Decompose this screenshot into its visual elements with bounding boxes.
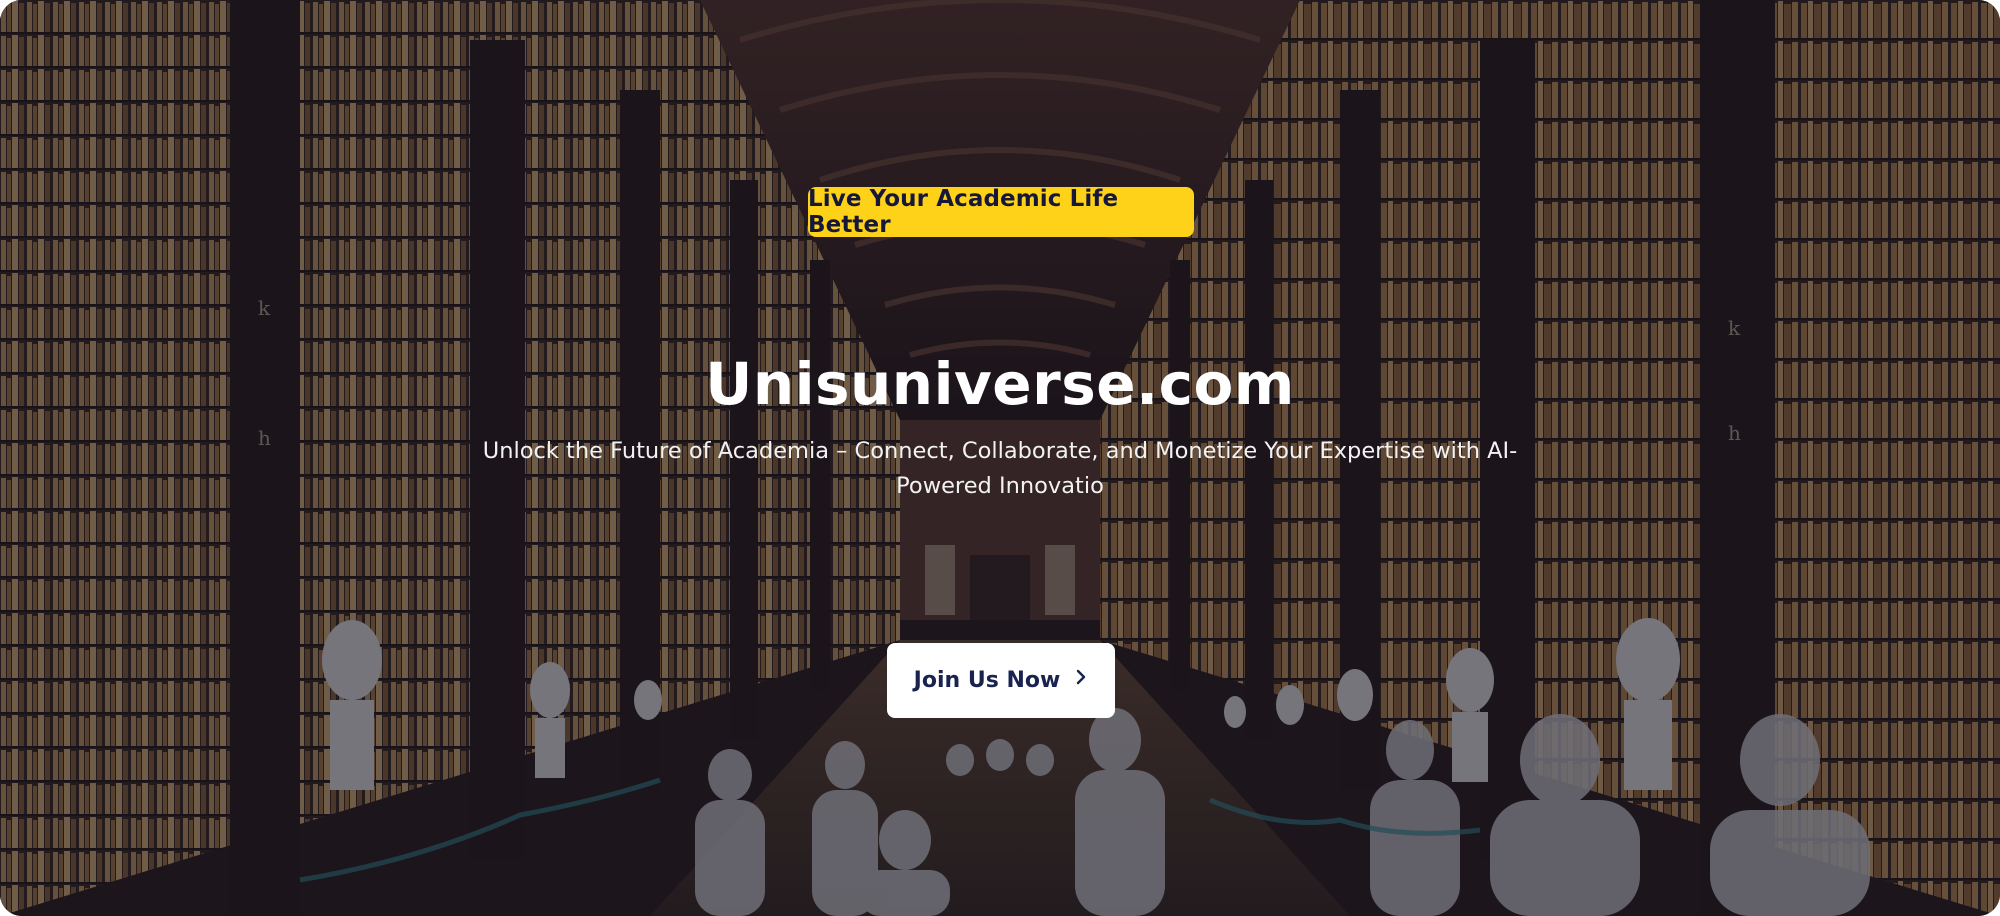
hero-banner: k h k h <box>0 0 2000 916</box>
page-title: Unisuniverse.com <box>705 350 1295 418</box>
join-us-now-label: Join Us Now <box>913 668 1061 693</box>
tagline-badge: Live Your Academic Life Better <box>808 186 1194 238</box>
hero-content: Live Your Academic Life Better Unisunive… <box>0 0 2000 916</box>
chevron-right-icon <box>1074 668 1088 691</box>
hero-subtitle: Unlock the Future of Academia – Connect,… <box>482 438 1518 499</box>
join-us-now-button[interactable]: Join Us Now <box>887 643 1115 718</box>
